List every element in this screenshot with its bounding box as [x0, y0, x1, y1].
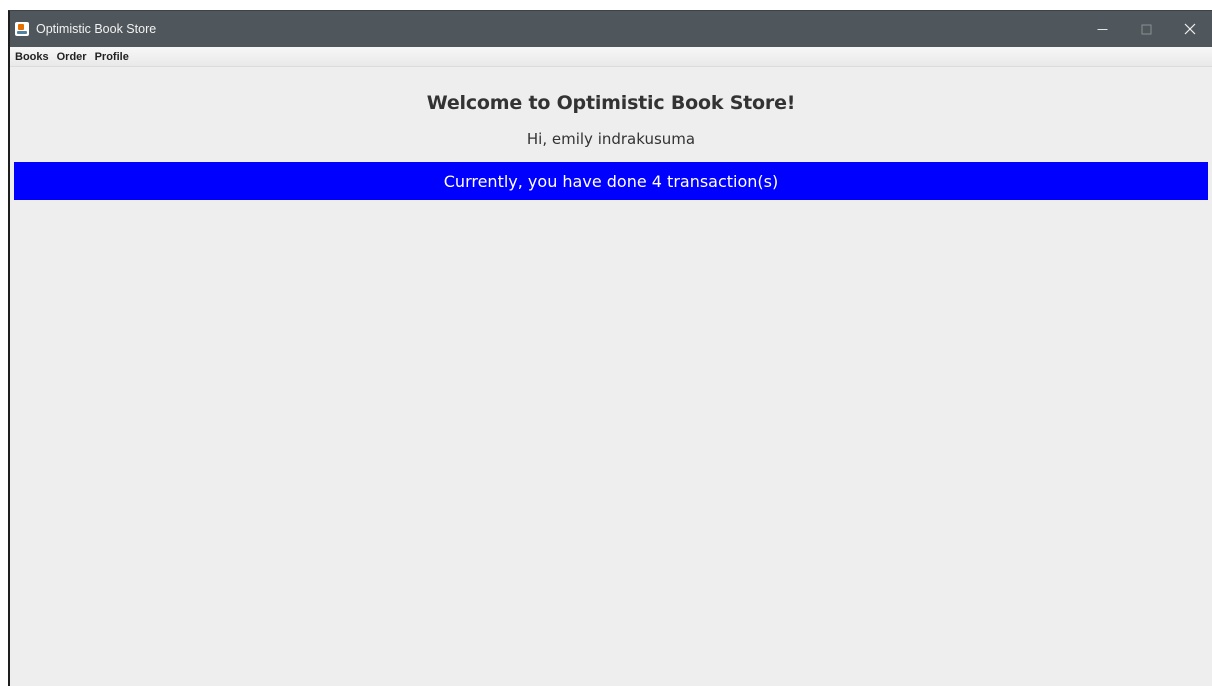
menu-bar: Books Order Profile — [10, 47, 1212, 67]
title-bar[interactable]: Optimistic Book Store — [10, 11, 1212, 47]
transaction-count-text: Currently, you have done 4 transaction(s… — [443, 171, 779, 191]
window-title: Optimistic Book Store — [36, 22, 157, 36]
minimize-button[interactable] — [1080, 11, 1124, 47]
minimize-icon — [1097, 28, 1107, 30]
window-controls — [1080, 11, 1212, 47]
main-content: Welcome to Optimistic Book Store! Hi, em… — [10, 67, 1212, 686]
user-greeting: Hi, emily indrakusuma — [526, 130, 696, 148]
java-cup-icon — [15, 22, 29, 36]
menu-order[interactable]: Order — [53, 47, 91, 67]
welcome-heading: Welcome to Optimistic Book Store! — [426, 92, 796, 114]
menu-books[interactable]: Books — [10, 47, 53, 67]
maximize-button[interactable] — [1124, 11, 1168, 47]
maximize-icon — [1141, 24, 1151, 34]
close-button[interactable] — [1168, 11, 1212, 47]
close-icon — [1184, 23, 1196, 35]
transaction-banner: Currently, you have done 4 transaction(s… — [14, 162, 1208, 200]
menu-profile[interactable]: Profile — [91, 47, 133, 67]
app-window: Optimistic Book Store Books Order Profil… — [8, 10, 1212, 686]
